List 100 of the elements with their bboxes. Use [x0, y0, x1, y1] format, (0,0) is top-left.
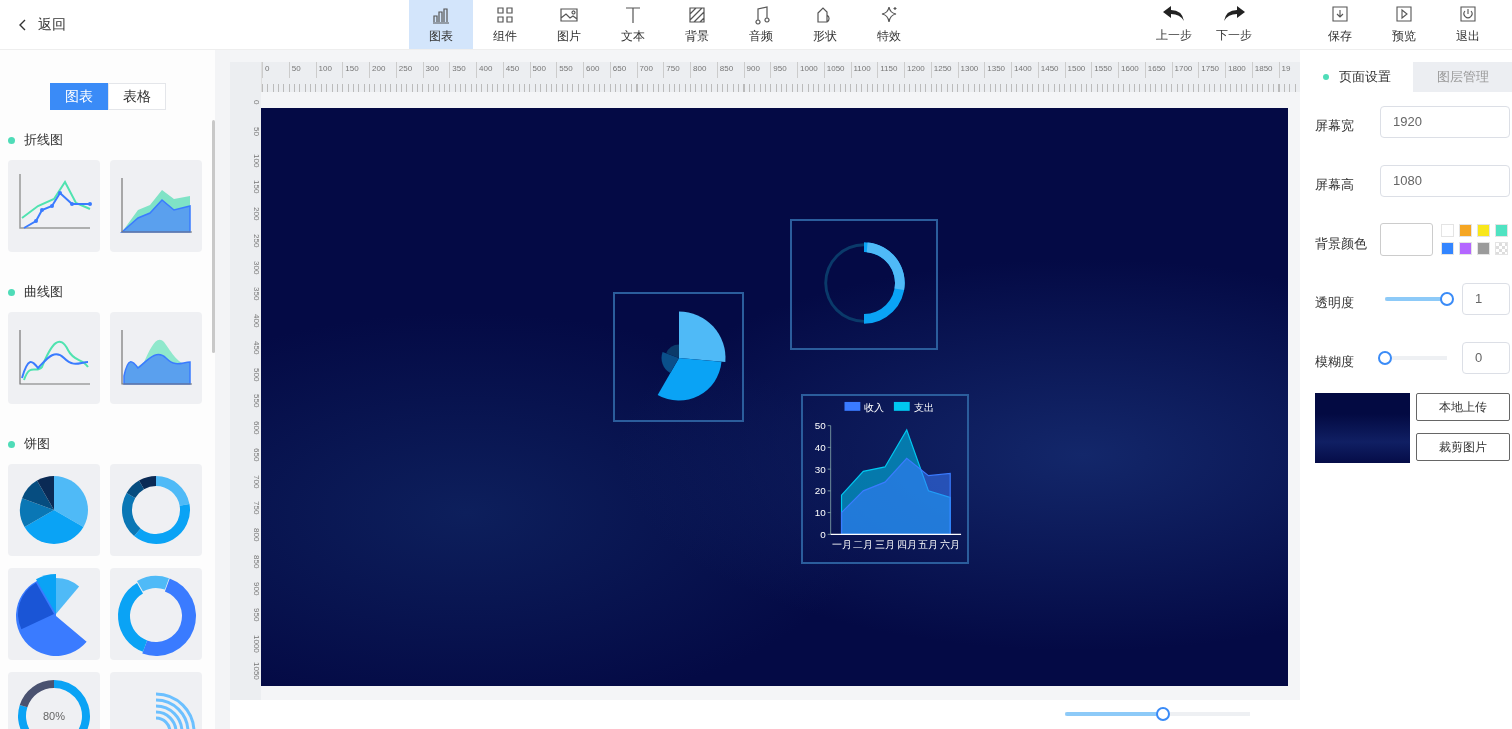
- ruler-label: 700: [636, 62, 664, 78]
- play-icon: [1395, 4, 1413, 23]
- ruler-label: 1200: [904, 62, 931, 78]
- widget-frame[interactable]: 收入 支出 0 10 20 30 40 50 一月 二月 三月 四月 五月 六月: [801, 394, 969, 564]
- toolbar-tab[interactable]: 图片: [537, 0, 601, 49]
- toolbar-tab[interactable]: 文本: [601, 0, 665, 49]
- ruler-label: 500: [251, 367, 261, 384]
- toolbar-tab[interactable]: 音频: [729, 0, 793, 49]
- color-swatch[interactable]: [1477, 242, 1490, 255]
- ruler-label: 0: [262, 62, 289, 78]
- ruler-label: 150: [342, 62, 369, 78]
- section-title: 折线图: [24, 131, 63, 149]
- section-title: 饼图: [24, 435, 50, 453]
- ruler-label: 800: [251, 528, 261, 544]
- panel-tab[interactable]: 表格: [107, 83, 166, 110]
- toolbar-button[interactable]: 保存: [1320, 4, 1360, 45]
- ruler-label: 350: [449, 62, 476, 78]
- toolbar-button[interactable]: 退出: [1448, 4, 1488, 45]
- hatch-icon: [687, 4, 707, 25]
- number-field[interactable]: 1: [1462, 282, 1510, 315]
- chart-thumbnail[interactable]: [110, 568, 202, 660]
- ruler-label: 1650: [1144, 62, 1172, 78]
- ruler-label: 1250: [930, 62, 958, 78]
- ruler-label: 1500: [1064, 62, 1092, 78]
- bullet-dot: [8, 136, 15, 144]
- image-button[interactable]: 本地上传: [1416, 393, 1510, 421]
- color-swatch[interactable]: [1495, 224, 1508, 237]
- widget-frame[interactable]: [790, 219, 938, 350]
- color-swatch[interactable]: [1477, 224, 1490, 237]
- ruler-label: 950: [251, 608, 261, 624]
- ruler-label: 750: [663, 62, 690, 78]
- bullet-dot: [8, 288, 15, 296]
- chart-thumbnail[interactable]: [8, 160, 100, 252]
- chart-thumbnail[interactable]: [110, 160, 202, 252]
- input-field[interactable]: 1920: [1380, 105, 1510, 138]
- chart-thumbnail[interactable]: [8, 312, 100, 404]
- scrollbar[interactable]: [212, 120, 215, 353]
- slider-thumb[interactable]: [1378, 350, 1393, 365]
- section-title: 曲线图: [24, 283, 63, 301]
- ruler-label: 950: [770, 62, 797, 78]
- input-field[interactable]: 1080: [1380, 164, 1510, 197]
- ruler-label: 0: [251, 100, 261, 107]
- color-swatch[interactable]: [1441, 224, 1454, 237]
- ruler-label: 500: [529, 62, 557, 78]
- color-swatch[interactable]: [1441, 242, 1454, 255]
- axis-tick-label: 40: [814, 441, 826, 453]
- chart-thumbnail[interactable]: [110, 464, 202, 556]
- redo-button[interactable]: 下一步: [1214, 5, 1254, 44]
- number-field[interactable]: 0: [1462, 341, 1510, 374]
- color-swatch[interactable]: [1459, 242, 1472, 255]
- ruler-label: 600: [251, 421, 261, 437]
- toolbar-tab[interactable]: 形状: [793, 0, 857, 49]
- field-label: 模糊度: [1315, 352, 1355, 371]
- toolbar-tab[interactable]: 组件: [473, 0, 537, 49]
- chart-thumbnail[interactable]: [110, 312, 202, 404]
- ruler-label: 1350: [984, 62, 1011, 78]
- save-icon: [1331, 4, 1349, 23]
- ruler-label: 1100: [850, 62, 878, 78]
- field-label: 透明度: [1315, 293, 1355, 312]
- ruler-label: 550: [251, 394, 261, 410]
- ruler-label: 1700: [1171, 62, 1199, 78]
- ruler-label: 650: [609, 62, 637, 78]
- color-picker[interactable]: [1380, 223, 1433, 256]
- ruler-label: 1400: [1011, 62, 1038, 78]
- ruler-label: 1000: [797, 62, 824, 78]
- axis-category-label: 四月: [896, 539, 917, 551]
- ruler-label: 150: [251, 180, 261, 196]
- chart-thumbnail[interactable]: [8, 568, 100, 660]
- axis-tick-label: 30: [814, 463, 826, 475]
- back-button[interactable]: 返回: [18, 9, 66, 40]
- ruler-label: 900: [743, 62, 771, 78]
- undo-button[interactable]: 上一步: [1154, 5, 1194, 44]
- ruler-label: 100: [315, 62, 343, 78]
- slider-thumb[interactable]: [1440, 291, 1454, 306]
- ruler-label: 1600: [1118, 62, 1145, 78]
- slider-thumb[interactable]: [1156, 707, 1171, 721]
- toolbar-button[interactable]: 预览: [1384, 4, 1424, 45]
- ruler-label: 350: [251, 287, 261, 303]
- axis-tick-label: 0: [820, 528, 826, 540]
- ruler-label: 300: [422, 62, 450, 78]
- ruler-label: 300: [251, 260, 261, 277]
- toolbar-tab[interactable]: 背景: [665, 0, 729, 49]
- color-swatch[interactable]: [1495, 242, 1508, 255]
- color-swatch[interactable]: [1459, 224, 1472, 237]
- ruler-label: 1800: [1225, 62, 1252, 78]
- chart-thumbnail[interactable]: 80%: [8, 672, 100, 729]
- ruler-label: 400: [476, 62, 503, 78]
- image-button[interactable]: 裁剪图片: [1416, 433, 1510, 461]
- toolbar-tab[interactable]: 图表: [409, 0, 473, 49]
- ruler-label: 550: [556, 62, 583, 78]
- ruler-label: 400: [251, 314, 261, 330]
- sparkle-icon: [879, 4, 899, 25]
- ruler-label: 200: [251, 207, 261, 223]
- ruler-label: 650: [251, 447, 261, 464]
- widget-frame[interactable]: [613, 292, 744, 422]
- field-label: 屏幕宽: [1315, 116, 1355, 135]
- chart-thumbnail[interactable]: [8, 464, 100, 556]
- toolbar-tab[interactable]: 特效: [857, 0, 921, 49]
- axis-tick-label: 20: [814, 485, 826, 497]
- field-label: 屏幕高: [1315, 175, 1355, 194]
